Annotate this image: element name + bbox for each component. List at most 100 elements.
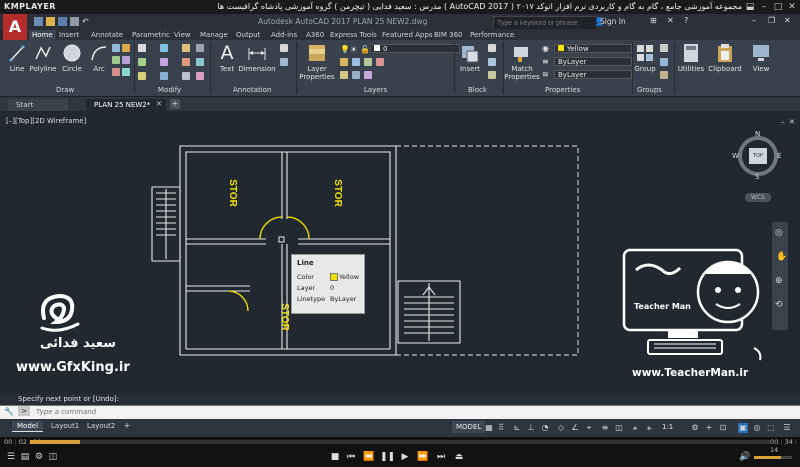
seek-bar[interactable] [30,440,770,444]
new-icon[interactable] [34,17,43,26]
pan-icon[interactable]: ✋ [776,252,787,262]
circle-tool[interactable] [62,43,82,63]
create-block-icon[interactable] [488,44,496,52]
leader-icon[interactable] [280,44,288,52]
close-icon[interactable]: ✕ [786,1,798,13]
tab-model[interactable]: Model [12,421,44,432]
ribbon-tab-a360[interactable]: A360 [303,30,327,40]
tab-layout2[interactable]: Layout2 [82,421,120,431]
orbit-icon[interactable]: ⟲ [775,300,783,310]
layer-off-icon[interactable] [376,58,384,66]
exchange-icon[interactable]: ✕ [667,16,674,25]
tab-close-icon[interactable]: ✕ [156,100,162,108]
maximize-icon[interactable]: □ [772,1,784,13]
wcs-menu[interactable]: WCS [745,193,771,202]
new-tab-button[interactable]: + [170,99,180,109]
annotation-group-title[interactable]: Annotation [233,86,271,94]
wrench-icon[interactable]: 🔧 [4,407,14,416]
ribbon-tab-view[interactable]: View [171,30,194,40]
steering-wheel-icon[interactable]: ◎ [775,228,783,238]
erase-icon[interactable] [196,44,204,52]
object-snap-icon[interactable]: ⌖ [584,423,594,433]
layer-match-icon[interactable] [340,71,348,79]
model-space-toggle[interactable]: MODEL [452,421,486,433]
rewind-icon[interactable]: ⏪ [362,451,376,463]
start-tab[interactable]: Start [8,99,68,111]
color-dropdown[interactable]: Yellow [554,44,632,53]
dimension-tool[interactable] [247,44,267,62]
offset-icon[interactable] [196,72,204,80]
play-icon[interactable]: ▶ [398,451,412,463]
save-icon[interactable] [58,17,67,26]
layer-state-icon[interactable] [340,58,348,66]
bulb-icon[interactable]: 💡 [340,45,350,54]
window-minimize-icon[interactable]: – [752,16,756,25]
ribbon-tab-bim-360[interactable]: BIM 360 [431,30,466,40]
plus-icon[interactable]: + [704,423,714,433]
annotation-scale[interactable]: 1:1 [662,423,673,431]
line-tool[interactable] [9,44,25,62]
linetype-dropdown[interactable]: ByLayer [554,70,632,79]
next-icon[interactable]: ⏭ [434,451,448,463]
rectangle-icon[interactable] [112,44,120,52]
undo-icon[interactable]: ↶ [82,17,91,26]
edit-block-icon[interactable] [488,58,496,66]
table-icon[interactable] [280,58,288,66]
move-icon[interactable] [138,44,146,52]
minimize-icon[interactable]: – [758,1,770,13]
group-select-icon[interactable] [660,71,668,79]
new-layout-button[interactable]: + [122,421,132,431]
ribbon-tab-featured-apps[interactable]: Featured Apps [379,30,435,40]
clean-screen-icon[interactable]: ⬚ [766,423,776,433]
playlist-icon[interactable]: ▤ [18,451,32,463]
block-group-title[interactable]: Block [468,86,487,94]
view-tool[interactable] [752,43,770,63]
kmplayer-logo[interactable]: KMPLAYER [4,2,56,11]
layer-lock-icon[interactable] [364,71,372,79]
polyline-tool[interactable] [34,44,52,62]
window-restore-icon[interactable]: ❐ [768,16,775,25]
explode-icon[interactable] [196,58,204,66]
units-icon[interactable]: ⊡ [718,423,728,433]
region-icon[interactable] [112,68,120,76]
group-tool[interactable] [636,44,654,64]
transparency-icon[interactable]: ◫ [614,423,624,433]
stop-icon[interactable]: ■ [328,451,342,463]
print-icon[interactable] [70,17,79,26]
layer-freeze-icon[interactable] [364,58,372,66]
mirror-icon[interactable] [160,58,168,66]
fast-forward-icon[interactable]: ⏩ [416,451,430,463]
insert-tool[interactable] [460,44,480,64]
stretch-icon[interactable] [138,72,146,80]
customization-icon[interactable]: ☰ [782,423,792,433]
ribbon-tab-add-ins[interactable]: Add-ins [268,30,300,40]
viewcube-top-face[interactable]: TOP [749,148,767,164]
unlock-icon[interactable]: 🔓 [360,45,370,54]
utilities-tool[interactable] [682,43,700,63]
isolate-icon[interactable]: ▣ [738,423,748,433]
text-tool-icon[interactable]: A [218,43,236,63]
layer-iso-icon[interactable] [352,58,360,66]
annotation-visibility-icon[interactable]: ⚹ [630,423,640,433]
ribbon-tab-annotate[interactable]: Annotate [88,30,126,40]
command-prompt-icon[interactable]: > [18,406,30,416]
clipboard-tool[interactable] [716,43,734,63]
boundary-icon[interactable] [122,68,130,76]
match-properties-tool[interactable] [512,44,532,64]
room-label[interactable]: STOR [332,179,343,207]
grip-point[interactable] [278,236,285,243]
polar-icon[interactable]: ◔ [540,423,550,433]
ribbon-tab-insert[interactable]: Insert [56,30,82,40]
room-label[interactable]: STOR [227,179,238,207]
ribbon-tab-express-tools[interactable]: Express Tools [327,30,380,40]
arc-tool[interactable] [90,44,108,62]
isodraft-icon[interactable]: ◇ [556,423,566,433]
array-icon[interactable] [182,72,190,80]
object-tracking-icon[interactable]: ∠ [570,423,580,433]
ribbon-tab-parametric[interactable]: Parametric [129,30,173,40]
layer-previous-icon[interactable] [352,71,360,79]
hatch-icon[interactable] [122,44,130,52]
ortho-icon[interactable]: ⊥ [526,423,536,433]
ribbon-tab-performance[interactable]: Performance [467,30,517,40]
zoom-extents-icon[interactable]: ⊕ [775,276,783,286]
